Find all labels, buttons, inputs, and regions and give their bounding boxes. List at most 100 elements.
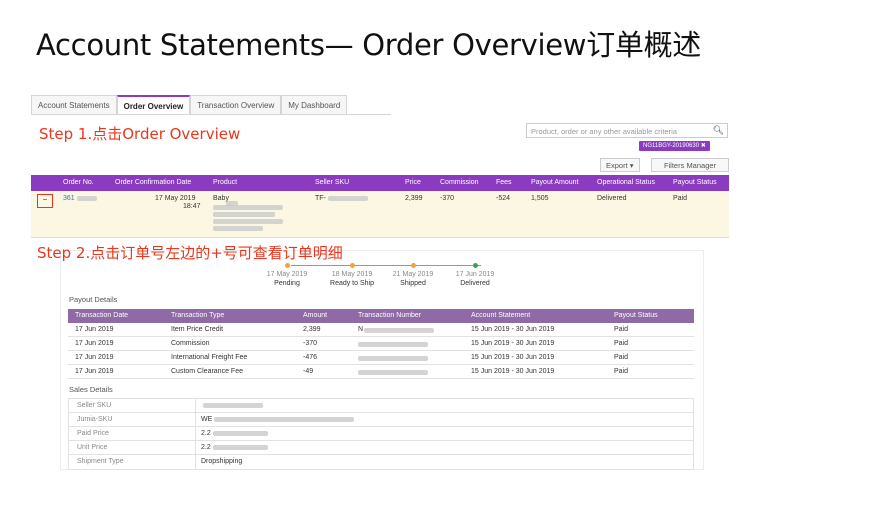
redacted-value: [203, 402, 263, 408]
order-row[interactable]: − 361 17 May 2019 18:47 Baby TF- 2,399 -…: [31, 191, 729, 238]
payout-row: 17 Jun 2019 Item Price Credit 2,399 N 15 Jun…: [68, 323, 694, 337]
filter-chip[interactable]: NG11BGY-20190630 ✖: [639, 141, 710, 151]
timeline-dot: [350, 263, 355, 268]
order-seller-sku: TF-: [315, 195, 368, 202]
redacted-value: [212, 430, 268, 436]
col-transaction-type: Transaction Type: [171, 312, 225, 319]
payout-row: 17 Jun 2019 International Freight Fee -476…: [68, 351, 694, 365]
order-date: 17 May 2019: [155, 195, 196, 202]
sales-detail-value-text: 2.2: [201, 430, 211, 437]
filters-manager-button[interactable]: Filters Manager: [651, 158, 729, 172]
sales-detail-row: Seller SKU: [69, 399, 693, 413]
sales-details-table: Seller SKU Jumia-SKU WE Paid Price 2.2 Unit P…: [68, 398, 694, 470]
redacted-transaction-number: [358, 342, 428, 347]
payout-row: 17 Jun 2019 Commission -370 15 Jun 2019 - 3…: [68, 337, 694, 351]
timeline-date: 21 May 2019: [392, 271, 434, 278]
cell-divider: [195, 427, 196, 441]
sales-detail-row: Shipment Type Dropshipping: [69, 455, 693, 469]
order-price: 2,399: [405, 195, 423, 202]
redacted-value: [212, 444, 268, 450]
order-payout-amount: 1,505: [531, 195, 549, 202]
redacted-transaction-number: [364, 328, 434, 333]
col-amount: Amount: [303, 312, 328, 319]
tab-transaction-overview[interactable]: Transaction Overview: [190, 95, 282, 114]
sales-detail-value: 2.2: [201, 430, 268, 437]
col-confirmation-date[interactable]: Order Confirmation Date: [115, 179, 191, 186]
sales-detail-label: Paid Price: [77, 430, 109, 437]
tab-account-statements[interactable]: Account Statements: [31, 95, 117, 114]
payout-account-statement: 15 Jun 2019 - 30 Jun 2019: [471, 354, 555, 361]
sales-detail-label: Shipment Type: [77, 458, 124, 465]
col-order-no[interactable]: Order No.: [63, 179, 94, 186]
sales-detail-value: 2.2: [201, 444, 268, 451]
col-payout-status[interactable]: Payout Status: [673, 179, 717, 186]
order-number-link[interactable]: 361: [63, 195, 97, 202]
timeline-track: [291, 265, 481, 266]
col-product[interactable]: Product: [213, 179, 237, 186]
payout-table-header: Transaction Date Transaction Type Amount…: [68, 309, 694, 323]
timeline-date: 18 May 2019: [331, 271, 373, 278]
col-price[interactable]: Price: [405, 179, 421, 186]
order-time: 18:47: [183, 203, 201, 210]
payout-transaction-type: Commission: [171, 340, 210, 347]
sales-detail-value: WE: [201, 416, 355, 423]
order-operational-status: Delivered: [597, 195, 627, 202]
payout-amount: 2,399: [303, 326, 321, 333]
export-button[interactable]: Export ▾: [600, 158, 640, 172]
col-transaction-date: Transaction Date: [75, 312, 129, 319]
expand-toggle-button[interactable]: −: [37, 194, 53, 208]
sales-detail-label: Unit Price: [77, 444, 108, 451]
col-operational-status[interactable]: Operational Status: [597, 179, 655, 186]
slide-title: Account Statements— Order Overview订单概述: [36, 28, 702, 62]
timeline-status: Shipped: [400, 280, 426, 287]
col-fees[interactable]: Fees: [496, 179, 512, 186]
cell-divider: [195, 399, 196, 413]
order-commission: -370: [440, 195, 455, 202]
payout-transaction-type: Item Price Credit: [171, 326, 224, 333]
col-account-statement: Account Statement: [471, 312, 531, 319]
payout-transaction-type: International Freight Fee: [171, 354, 248, 361]
payout-account-statement: 15 Jun 2019 - 30 Jun 2019: [471, 340, 555, 347]
tab-order-overview[interactable]: Order Overview: [116, 95, 191, 114]
col-seller-sku[interactable]: Seller SKU: [315, 179, 349, 186]
payout-payout-status: Paid: [614, 354, 629, 361]
redacted-transaction-number: [358, 356, 428, 361]
sales-detail-value: Dropshipping: [201, 458, 242, 465]
payout-transaction-date: 17 Jun 2019: [75, 368, 114, 375]
payout-payout-status: Paid: [614, 368, 629, 375]
tab-my-dashboard[interactable]: My Dashboard: [281, 95, 348, 114]
sales-detail-row: Paid Price 2.2: [69, 427, 693, 441]
timeline-date: 17 Jun 2019: [455, 271, 495, 278]
step1-annotation: Step 1.点击Order Overview: [39, 125, 241, 143]
order-details-panel: 17 May 2019 Pending 18 May 2019 Ready to Sh…: [60, 250, 704, 470]
payout-row: 17 Jun 2019 Custom Clearance Fee -49 15 Jun…: [68, 365, 694, 379]
tab-bar: Account Statements Order Overview Transa…: [31, 95, 391, 115]
payout-account-statement: 15 Jun 2019 - 30 Jun 2019: [471, 368, 555, 375]
cell-divider: [195, 413, 196, 427]
search-placeholder: Product, order or any other available cr…: [531, 127, 677, 136]
cell-divider: [195, 455, 196, 469]
search-input[interactable]: Product, order or any other available cr…: [526, 123, 728, 138]
redacted-value: [214, 416, 355, 422]
col-payout-amount[interactable]: Payout Amount: [531, 179, 578, 186]
sales-detail-value-text: 2.2: [201, 444, 211, 451]
payout-transaction-date: 17 Jun 2019: [75, 340, 114, 347]
timeline-status: Pending: [274, 280, 300, 287]
search-icon[interactable]: 🔍︎: [713, 125, 724, 136]
payout-amount: -476: [303, 354, 318, 361]
col-commission[interactable]: Commission: [440, 179, 479, 186]
payout-amount: -370: [303, 340, 318, 347]
sales-detail-row: Jumia-SKU WE: [69, 413, 693, 427]
payout-payout-status: Paid: [614, 326, 629, 333]
sales-detail-value-text: WE: [201, 416, 213, 423]
product-name-redacted-lines: [213, 204, 283, 232]
sales-detail-value-text: Dropshipping: [201, 458, 243, 465]
payout-transaction-number: N: [358, 326, 364, 333]
timeline-dot: [473, 263, 478, 268]
redacted-transaction-number: [358, 370, 428, 375]
payout-account-statement: 15 Jun 2019 - 30 Jun 2019: [471, 326, 555, 333]
payout-amount: -49: [303, 368, 314, 375]
col-transaction-number: Transaction Number: [358, 312, 422, 319]
order-fees: -524: [496, 195, 511, 202]
timeline-status: Ready to Ship: [330, 280, 374, 287]
